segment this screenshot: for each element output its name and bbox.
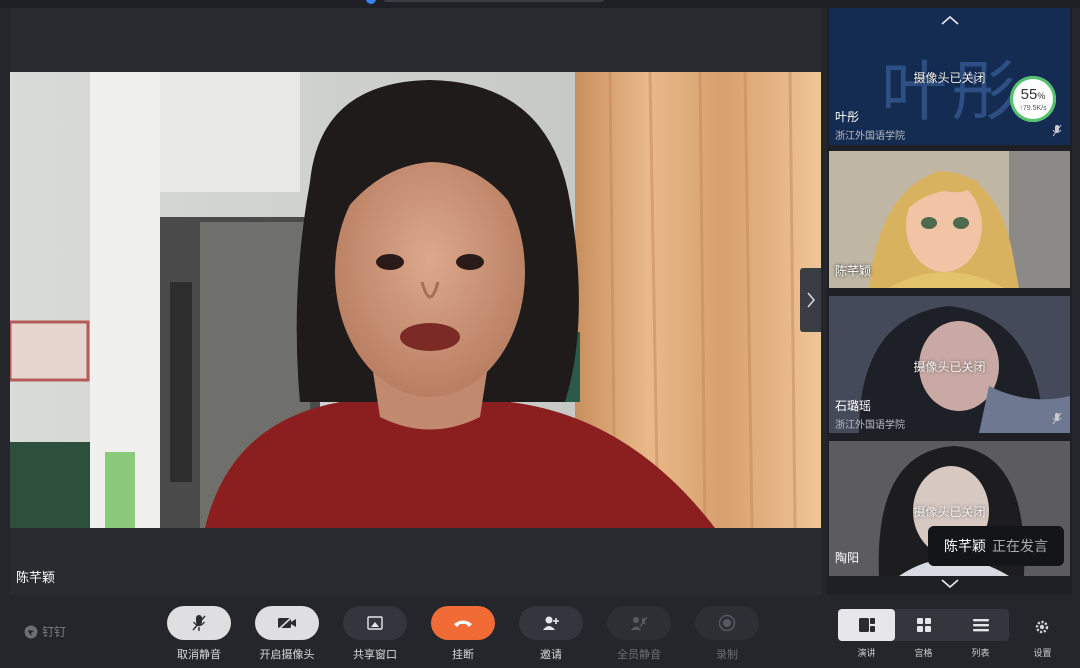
camera-status: 摄像头已关闭 bbox=[913, 360, 986, 374]
microphone-icon bbox=[192, 615, 206, 631]
mute-all-label: 全员静音 bbox=[617, 649, 661, 661]
start-camera-button[interactable] bbox=[255, 606, 319, 640]
share-window-label: 共享窗口 bbox=[353, 649, 397, 661]
speaking-name: 陈芊颖 bbox=[944, 538, 986, 554]
invite-button[interactable] bbox=[519, 606, 583, 640]
speaking-toast: 陈芊颖 正在发言 bbox=[928, 526, 1064, 566]
unmute-label: 取消静音 bbox=[177, 649, 221, 661]
chevron-down-icon bbox=[941, 579, 959, 589]
list-view-button[interactable] bbox=[952, 609, 1009, 641]
settings-button[interactable] bbox=[1030, 615, 1054, 639]
record-icon bbox=[718, 614, 736, 632]
chevron-right-icon bbox=[806, 292, 815, 308]
brand-name: 钉钉 bbox=[42, 625, 67, 639]
list-view-label: 列表 bbox=[971, 648, 990, 658]
mute-all-button[interactable] bbox=[607, 606, 671, 640]
grid-view-icon bbox=[916, 618, 931, 632]
speaking-status: 正在发言 bbox=[992, 538, 1048, 554]
participant-name: 叶彤 bbox=[835, 110, 860, 124]
participant-sidebar: 叶彤 摄像头已关闭 55% ↑79.5K/s 叶彤 浙江外国语学院 陈芊颖 摄像… bbox=[827, 8, 1072, 595]
participant-tile[interactable]: 陈芊颖 bbox=[829, 151, 1070, 288]
dingtalk-logo-icon bbox=[24, 625, 38, 638]
share-window-button[interactable] bbox=[343, 606, 407, 640]
scroll-down-button[interactable] bbox=[920, 574, 980, 594]
avatar: 叶彤 bbox=[881, 54, 1021, 128]
participant-org: 浙江外国语学院 bbox=[835, 420, 905, 431]
window-title-strip bbox=[0, 0, 1080, 8]
upload-speed: ↑79.5K/s bbox=[1019, 105, 1047, 112]
participant-name: 陶阳 bbox=[835, 551, 860, 565]
next-page-button[interactable] bbox=[800, 268, 821, 332]
main-stage: 陈芊颖 bbox=[10, 8, 821, 595]
speaker-view-label: 演讲 bbox=[857, 648, 876, 658]
start-camera-label: 开启摄像头 bbox=[259, 649, 315, 661]
grid-view-button[interactable] bbox=[895, 609, 952, 641]
participant-name: 陈芊颖 bbox=[835, 264, 872, 278]
status-dot bbox=[366, 0, 376, 4]
add-user-icon bbox=[543, 616, 559, 630]
network-quality-badge: 55% ↑79.5K/s bbox=[1010, 76, 1056, 122]
mic-muted-icon bbox=[1052, 412, 1062, 425]
scroll-up-button[interactable] bbox=[920, 10, 980, 30]
participant-tile[interactable]: 摄像头已关闭 石璐瑶 浙江外国语学院 bbox=[829, 296, 1070, 433]
participant-name: 石璐瑶 bbox=[835, 399, 872, 413]
meeting-toolbar: 钉钉 取消静音 开启摄像头 共享窗口 挂断 邀请 全员静音 录制 演讲 宫格 列… bbox=[0, 595, 1080, 668]
hang-up-icon bbox=[454, 620, 472, 627]
speaker-video-frame bbox=[10, 72, 821, 528]
main-video bbox=[10, 72, 821, 528]
camera-status: 摄像头已关闭 bbox=[913, 505, 986, 519]
unmute-button[interactable] bbox=[167, 606, 231, 640]
network-percent: 55 bbox=[1020, 86, 1038, 103]
participant-tile[interactable]: 叶彤 摄像头已关闭 55% ↑79.5K/s 叶彤 浙江外国语学院 bbox=[829, 8, 1070, 145]
record-label: 录制 bbox=[716, 649, 738, 661]
percent-sign: % bbox=[1037, 91, 1046, 101]
hang-up-label: 挂断 bbox=[452, 649, 474, 661]
brand-logo: 钉钉 bbox=[24, 623, 66, 640]
invite-label: 邀请 bbox=[540, 649, 562, 661]
camera-off-icon bbox=[278, 616, 296, 630]
settings-label: 设置 bbox=[1033, 648, 1052, 658]
speaker-view-button[interactable] bbox=[838, 609, 895, 641]
chevron-up-icon bbox=[941, 15, 959, 25]
list-view-icon bbox=[972, 619, 989, 632]
hang-up-button[interactable] bbox=[431, 606, 495, 640]
speaker-view-icon bbox=[858, 618, 875, 632]
mute-all-icon bbox=[631, 616, 648, 630]
grid-view-label: 宫格 bbox=[914, 648, 933, 658]
gear-icon bbox=[1035, 620, 1049, 634]
mic-muted-icon bbox=[1052, 124, 1062, 137]
participant-org: 浙江外国语学院 bbox=[835, 131, 905, 142]
record-button[interactable] bbox=[695, 606, 759, 640]
window-title bbox=[384, 0, 604, 2]
share-screen-icon bbox=[367, 616, 383, 630]
view-switcher bbox=[838, 609, 1009, 641]
main-speaker-name: 陈芊颖 bbox=[16, 570, 56, 585]
